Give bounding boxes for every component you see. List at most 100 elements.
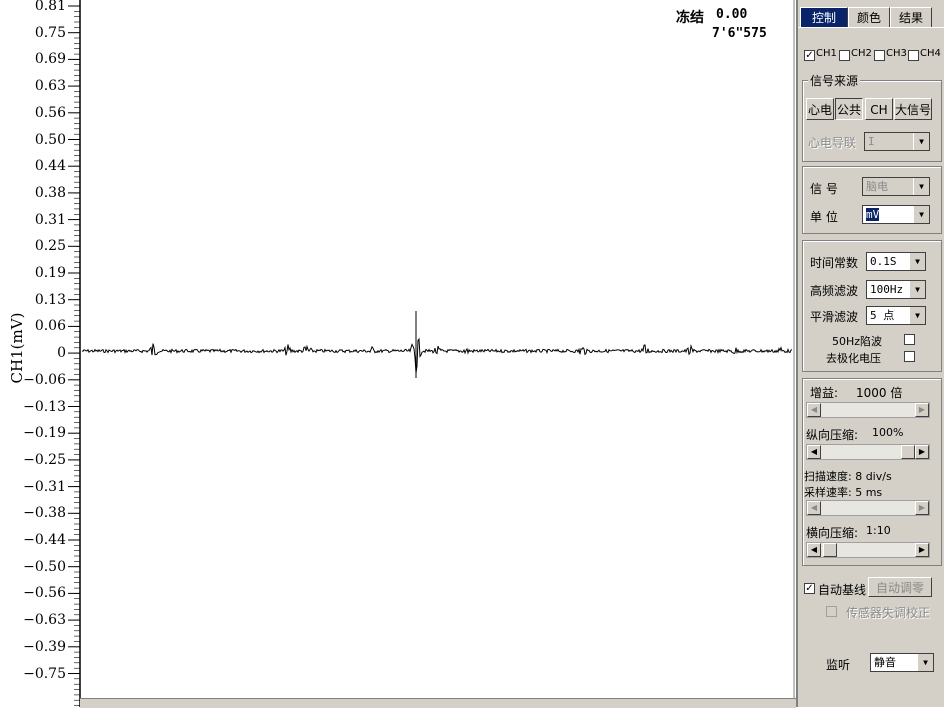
tab-divider xyxy=(798,27,944,28)
y-tick-label: 0.31 xyxy=(34,211,66,228)
depol-checkbox[interactable] xyxy=(904,351,915,362)
auto-baseline-checkbox[interactable]: ✓ xyxy=(804,583,815,594)
sensor-calib-checkbox[interactable] xyxy=(826,606,837,617)
dropdown-arrow-icon: ▼ xyxy=(909,307,925,324)
dropdown-arrow-icon: ▼ xyxy=(909,281,925,298)
scroll-right-icon[interactable]: ▶ xyxy=(915,445,929,459)
ch2-label: CH2 xyxy=(851,48,872,59)
dropdown-arrow-icon: ▼ xyxy=(917,654,933,671)
y-tick-label: 0.25 xyxy=(34,238,66,255)
scan-speed-text: 扫描速度: 8 div/s xyxy=(804,470,892,483)
y-tick-label: 0.56 xyxy=(34,104,66,121)
unit-label: 单 位 xyxy=(810,210,838,224)
high-freq-select[interactable]: 100Hz ▼ xyxy=(866,280,926,299)
time-value: 7'6"575 xyxy=(712,26,767,41)
y-tick-label: 0.38 xyxy=(34,184,66,201)
y-tick-label: −0.56 xyxy=(23,585,66,602)
high-freq-label: 高频滤波 xyxy=(810,284,859,298)
y-tick-label: −0.50 xyxy=(23,558,66,575)
time-constant-value: 0.1S xyxy=(870,255,897,268)
dropdown-arrow-icon: ▼ xyxy=(913,206,929,223)
unit-select[interactable]: mV ▼ xyxy=(862,205,930,224)
y-tick-label: −0.13 xyxy=(23,398,66,415)
sample-rate-scrollbar[interactable]: ◀ ▶ xyxy=(806,500,930,516)
y-tick-label: 0.13 xyxy=(34,291,66,308)
source-ecg-button[interactable]: 心电 xyxy=(806,98,834,120)
ecg-lead-label: 心电导联 xyxy=(808,136,857,150)
signal-label: 信 号 xyxy=(810,182,838,196)
smooth-value: 5 点 xyxy=(870,309,895,322)
ch2-checkbox[interactable] xyxy=(839,50,850,61)
y-tick-label: −0.06 xyxy=(23,371,66,388)
vertical-compress-value: 100% xyxy=(872,426,904,439)
monitor-label: 监听 xyxy=(826,658,851,672)
y-tick-label: 0.81 xyxy=(34,0,66,14)
smooth-select[interactable]: 5 点 ▼ xyxy=(866,306,926,325)
y-tick-label: −0.63 xyxy=(23,612,66,629)
scroll-right-icon[interactable]: ▶ xyxy=(915,543,929,557)
dropdown-arrow-icon: ▼ xyxy=(913,178,929,195)
y-tick-label: 0.69 xyxy=(34,51,66,68)
time-constant-label: 时间常数 xyxy=(810,256,859,270)
ch4-label: CH4 xyxy=(920,48,941,59)
time-constant-select[interactable]: 0.1S ▼ xyxy=(866,252,926,271)
y-tick-label: 0.06 xyxy=(34,318,66,335)
ecg-lead-value: I xyxy=(868,135,875,148)
waveform-canvas[interactable] xyxy=(0,0,796,707)
ch1-checkbox[interactable]: ✓ xyxy=(804,50,815,61)
ecg-lead-select[interactable]: I ▼ xyxy=(864,132,930,151)
gain-value: 1000 倍 xyxy=(856,386,903,400)
vertical-compress-label: 纵向压缩: xyxy=(806,428,859,442)
source-common-button[interactable]: 公共 xyxy=(835,98,863,120)
sample-rate-text: 采样速率: 5 ms xyxy=(804,486,883,499)
smooth-label: 平滑滤波 xyxy=(810,310,859,324)
y-axis-ticks xyxy=(68,5,80,706)
horizontal-compress-value: 1:10 xyxy=(866,524,891,537)
ch3-checkbox[interactable] xyxy=(874,50,885,61)
signal-source-title: 信号来源 xyxy=(808,72,861,89)
control-panel: 控制 颜色 结果 ✓ CH1 CH2 CH3 CH4 信号来源 心电 公共 CH… xyxy=(796,0,944,707)
y-tick-label: −0.19 xyxy=(23,425,66,442)
freeze-value: 0.00 xyxy=(716,7,748,22)
dropdown-arrow-icon: ▼ xyxy=(913,133,929,150)
scroll-left-icon[interactable]: ◀ xyxy=(807,543,821,557)
tab-color[interactable]: 颜色 xyxy=(848,7,890,28)
horizontal-compress-scrollbar[interactable]: ◀ ▶ xyxy=(806,542,930,558)
scroll-left-icon[interactable]: ◀ xyxy=(807,403,821,417)
high-freq-value: 100Hz xyxy=(870,283,904,296)
vertical-compress-scrollbar[interactable]: ◀ ▶ xyxy=(806,444,930,460)
depol-label: 去极化电压 xyxy=(826,352,881,365)
monitor-select[interactable]: 静音 ▼ xyxy=(870,653,934,672)
auto-zero-button[interactable]: 自动调零 xyxy=(868,577,932,597)
notch-label: 50Hz陷波 xyxy=(832,335,883,348)
notch-checkbox[interactable] xyxy=(904,334,915,345)
scroll-left-icon[interactable]: ◀ xyxy=(807,445,821,459)
signal-select[interactable]: 脑电 ▼ xyxy=(862,177,930,196)
unit-value: mV xyxy=(866,208,880,221)
gain-label: 增益: xyxy=(810,386,839,400)
sensor-calib-label: 传感器失调校正 xyxy=(846,606,931,620)
y-tick-label: 0.63 xyxy=(34,78,66,95)
horizontal-compress-label: 横向压缩: xyxy=(806,526,859,540)
scroll-right-icon[interactable]: ▶ xyxy=(915,403,929,417)
scroll-thumb[interactable] xyxy=(823,543,837,557)
waveform-plot[interactable]: CH1(mV) 0.81 0.75 0.69 0.63 0.56 0.50 0.44 0.38… xyxy=(0,0,796,707)
dropdown-arrow-icon: ▼ xyxy=(909,253,925,270)
scroll-left-icon[interactable]: ◀ xyxy=(807,501,821,515)
monitor-value: 静音 xyxy=(874,656,896,669)
gain-scrollbar[interactable]: ◀ ▶ xyxy=(806,402,930,418)
source-large-signal-button[interactable]: 大信号 xyxy=(894,98,932,120)
freeze-label: 冻结 xyxy=(676,10,704,26)
y-tick-label: 0.50 xyxy=(34,131,66,148)
y-tick-label: −0.44 xyxy=(23,532,66,548)
ch4-checkbox[interactable] xyxy=(908,50,919,61)
scroll-thumb[interactable] xyxy=(901,445,915,459)
auto-baseline-label: 自动基线 xyxy=(818,583,867,597)
y-tick-label: −0.38 xyxy=(23,505,66,522)
ch3-label: CH3 xyxy=(886,48,907,59)
tab-control[interactable]: 控制 xyxy=(800,7,848,28)
source-ch-button[interactable]: CH xyxy=(865,98,893,120)
tab-result[interactable]: 结果 xyxy=(890,7,932,28)
scroll-right-icon[interactable]: ▶ xyxy=(915,501,929,515)
y-tick-label: −0.39 xyxy=(23,638,66,655)
